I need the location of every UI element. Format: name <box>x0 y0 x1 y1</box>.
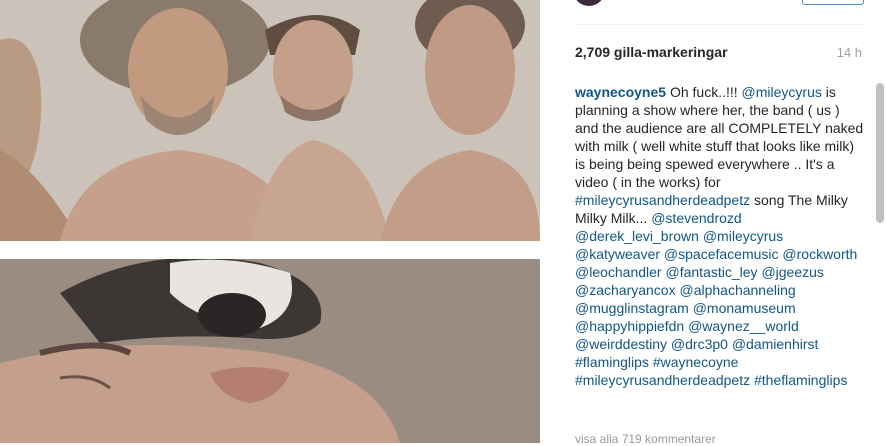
mention-link[interactable]: @damienhirst <box>732 336 819 352</box>
view-all-comments-link[interactable]: visa alla 719 kommentarer <box>575 432 716 446</box>
header-divider <box>574 24 864 25</box>
dog-and-face-photo[interactable] <box>0 253 540 443</box>
mention-link[interactable]: @weirddestiny <box>575 336 667 352</box>
mention-link[interactable]: @alphachanneling <box>679 282 795 298</box>
mention-link[interactable]: @mileycyrus <box>703 228 783 244</box>
hashtag-link[interactable]: #mileycyrusandherdeadpetz <box>575 372 750 388</box>
mention-link[interactable]: @drc3p0 <box>671 336 728 352</box>
mention-link[interactable]: @fantastic_ley <box>666 264 758 280</box>
scrollbar-thumb[interactable] <box>876 83 884 223</box>
band-photo-illustration <box>0 0 540 241</box>
mention-link[interactable]: @derek_levi_brown <box>575 228 699 244</box>
avatar[interactable] <box>573 0 605 6</box>
post-time[interactable]: 14 h <box>837 45 862 60</box>
caption-text: Oh fuck..!!! @mileycyrus is planning a s… <box>575 84 863 388</box>
post-image-area <box>0 0 540 443</box>
mention-link[interactable]: @katyweaver <box>575 246 660 262</box>
likes-count[interactable]: 2,709 gilla-markeringar <box>575 44 728 60</box>
post-details-panel: 2,709 gilla-markeringar 14 h waynecoyne5… <box>540 0 886 446</box>
mention-link[interactable]: @jgeezus <box>761 264 823 280</box>
follow-button[interactable] <box>802 0 864 5</box>
hashtag-link[interactable]: #mileycyrusandherdeadpetz <box>575 192 750 208</box>
mention-link[interactable]: @monamuseum <box>693 300 796 316</box>
caption-username[interactable]: waynecoyne5 <box>575 84 666 100</box>
mention-link[interactable]: @leochandler <box>575 264 662 280</box>
dog-and-face-illustration <box>0 253 540 443</box>
mention-link[interactable]: @rockworth <box>782 246 857 262</box>
hashtag-link[interactable]: #theflaminglips <box>754 372 847 388</box>
mention-link[interactable]: @stevendrozd <box>651 210 741 226</box>
post-caption: waynecoyne5 Oh fuck..!!! @mileycyrus is … <box>575 83 865 389</box>
hashtag-link[interactable]: #flaminglips <box>575 354 649 370</box>
mention-link[interactable]: @mileycyrus <box>742 84 822 100</box>
band-photo[interactable] <box>0 0 540 241</box>
mention-link[interactable]: @happyhippiefdn <box>575 318 684 334</box>
caption-segment: Oh fuck..!!! <box>666 84 742 100</box>
hashtag-link[interactable]: #waynecoyne <box>653 354 739 370</box>
mention-link[interactable]: @spacefacemusic <box>664 246 779 262</box>
mention-link[interactable]: @waynez__world <box>688 318 799 334</box>
mention-link[interactable]: @zacharyancox <box>575 282 676 298</box>
mention-link[interactable]: @mugglinstagram <box>575 300 689 316</box>
